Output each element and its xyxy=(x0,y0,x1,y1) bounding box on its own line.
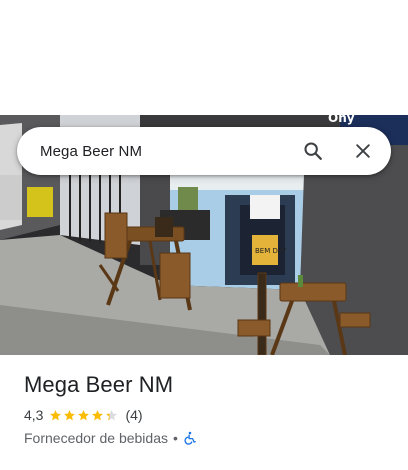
poster-text: BEM DAY xyxy=(255,247,287,255)
review-count[interactable]: (4) xyxy=(125,407,142,423)
map-blank-area xyxy=(0,0,408,115)
place-title[interactable]: Mega Beer NM xyxy=(24,372,173,398)
star-icon xyxy=(106,409,118,420)
star-icon xyxy=(50,409,62,420)
search-input[interactable]: Mega Beer NM xyxy=(40,143,293,160)
search-bar[interactable]: Mega Beer NM xyxy=(17,127,391,175)
search-icon xyxy=(304,142,322,160)
place-category: Fornecedor de bebidas xyxy=(24,430,168,446)
rating-value: 4,3 xyxy=(24,407,44,423)
sign-text: Ony xyxy=(328,115,355,125)
category-row: Fornecedor de bebidas • xyxy=(24,428,197,448)
star-icon xyxy=(78,409,90,420)
close-icon xyxy=(356,144,370,158)
search-button[interactable] xyxy=(293,131,333,171)
clear-search-button[interactable] xyxy=(343,131,383,171)
star-icon xyxy=(64,409,76,420)
separator-dot: • xyxy=(173,430,178,446)
star-icon xyxy=(92,409,104,420)
rating-row[interactable]: 4,3 (4) xyxy=(24,405,143,425)
wheelchair-icon xyxy=(183,431,197,445)
rating-stars xyxy=(49,409,119,422)
